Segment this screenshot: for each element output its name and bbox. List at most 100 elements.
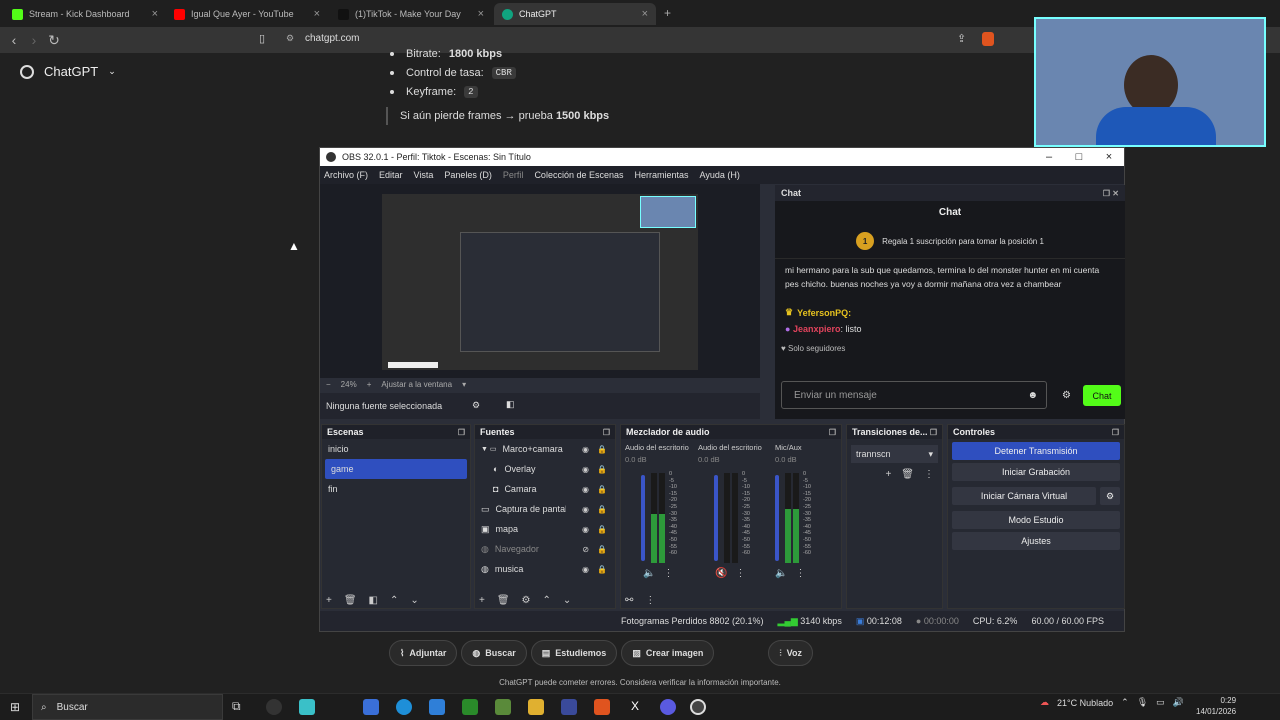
source-item[interactable]: ▼ ▭ Marco+camara ◉ 🔒 [475, 439, 615, 459]
nvidia-icon[interactable] [462, 699, 478, 715]
up-icon[interactable]: ⌃ [543, 595, 551, 606]
study-button[interactable]: ▤ Estudiemos [530, 640, 618, 666]
scene-item-selected[interactable]: game [325, 459, 467, 479]
gear-icon[interactable]: ⚙ [1100, 487, 1120, 505]
share-icon[interactable]: ⇪ [957, 32, 966, 45]
start-recording-button[interactable]: Iniciar Grabación [952, 463, 1120, 481]
minecraft-icon[interactable] [495, 699, 511, 715]
gear-icon[interactable]: ⚙ [1062, 390, 1071, 401]
forward-icon[interactable]: › [24, 32, 44, 48]
close-button[interactable]: × [1094, 151, 1124, 163]
filter-icon[interactable]: ◧ [506, 399, 515, 410]
kebab-icon[interactable]: ⋮ [645, 595, 655, 606]
kebab-icon[interactable]: ⋮ [924, 469, 934, 480]
maximize-button[interactable]: □ [1064, 151, 1094, 163]
close-icon[interactable]: × [478, 8, 484, 20]
trash-icon[interactable]: 🗑 [901, 469, 914, 480]
source-item[interactable]: ◍ musica ◉ 🔒 [475, 559, 615, 579]
bookmark-icon[interactable]: ▯ [259, 32, 265, 45]
reload-icon[interactable]: ↻ [44, 32, 64, 49]
tab-kick[interactable]: Stream - Kick Dashboard × [4, 3, 166, 25]
menu-ayuda[interactable]: Ayuda (H) [700, 170, 740, 180]
source-item-hidden[interactable]: ◍ Navegador ⊘ 🔒 [475, 539, 615, 559]
new-tab-button[interactable]: + [664, 6, 671, 20]
task-view-icon[interactable]: ⧉ [232, 699, 248, 715]
edge-icon[interactable] [396, 699, 412, 715]
brave-shield-icon[interactable] [982, 32, 994, 46]
add-icon[interactable]: + [326, 595, 332, 606]
gear-icon[interactable]: ⚙ [522, 595, 531, 606]
taskbar-clock[interactable]: 0:29 14/01/2026 [1196, 695, 1236, 717]
app-icon[interactable] [561, 699, 577, 715]
undock-icon[interactable]: ❐ ✕ [1103, 189, 1119, 198]
mail-icon[interactable] [429, 699, 445, 715]
chevron-up-icon[interactable]: ⌃ [1121, 697, 1129, 708]
close-icon[interactable]: × [152, 8, 158, 20]
add-icon[interactable]: + [479, 595, 485, 606]
source-item[interactable]: ◐ Overlay ◉ 🔒 [475, 459, 615, 479]
speaker-muted-icon[interactable]: 🔇 [715, 568, 727, 579]
volume-slider[interactable] [641, 475, 645, 561]
speaker-icon[interactable]: 🔈 [775, 568, 787, 579]
chevron-down-icon[interactable]: ▾ [462, 380, 466, 389]
speaker-icon[interactable]: 🔈 [643, 568, 655, 579]
tab-chatgpt[interactable]: ChatGPT × [494, 3, 656, 25]
scene-item[interactable]: inicio [322, 439, 470, 459]
studio-mode-button[interactable]: Modo Estudio [952, 511, 1120, 529]
zoom-in-button[interactable]: + [367, 380, 372, 389]
menu-paneles[interactable]: Paneles (D) [444, 170, 492, 180]
fit-window-select[interactable]: Ajustar a la ventana [381, 380, 452, 389]
settings-button[interactable]: Ajustes [952, 532, 1120, 550]
filter-icon[interactable]: ◧ [369, 595, 378, 606]
close-icon[interactable]: × [314, 8, 320, 20]
back-icon[interactable]: ‹ [4, 32, 24, 48]
down-icon[interactable]: ⌄ [410, 595, 418, 606]
transition-select[interactable]: trannscn ▾ [851, 445, 938, 463]
volume-slider[interactable] [714, 475, 718, 561]
app-icon[interactable] [299, 699, 315, 715]
mic-icon[interactable]: 🎙 [1137, 697, 1148, 708]
scene-item[interactable]: fin [322, 479, 470, 499]
discord-icon[interactable] [660, 699, 676, 715]
stop-streaming-button[interactable]: Detener Transmisión [952, 442, 1120, 460]
gift-banner[interactable]: 1 Regala 1 suscripción para tomar la pos… [775, 224, 1125, 259]
menu-herramientas[interactable]: Herramientas [635, 170, 689, 180]
menu-archivo[interactable]: Archivo (F) [324, 170, 368, 180]
source-item[interactable]: ▭Captura de pantalla◉🔒 [475, 499, 615, 519]
volume-slider[interactable] [775, 475, 779, 561]
store-icon[interactable] [363, 699, 379, 715]
down-icon[interactable]: ⌄ [563, 595, 571, 606]
trash-icon[interactable]: 🗑 [344, 595, 357, 606]
explorer-icon[interactable] [528, 699, 544, 715]
start-virtual-camera-button[interactable]: Iniciar Cámara Virtual [952, 487, 1096, 505]
menu-perfil[interactable]: Perfil [503, 170, 524, 180]
chat-input[interactable]: Enviar un mensaje ☻ [781, 381, 1047, 409]
create-image-button[interactable]: ▨ Crear imagen [621, 640, 715, 666]
site-info-icon[interactable]: ⚙ [286, 33, 294, 44]
chatgpt-model-selector[interactable]: ChatGPT ⌄ [20, 64, 116, 79]
menu-editar[interactable]: Editar [379, 170, 403, 180]
gear-icon[interactable]: ⚙ [472, 400, 480, 411]
taskbar-search[interactable]: ⌕ Buscar [32, 694, 223, 720]
source-item[interactable]: ◘ Camara ◉ 🔒 [475, 479, 615, 499]
attach-button[interactable]: ⌇ Adjuntar [389, 640, 458, 666]
minimize-button[interactable]: – [1034, 151, 1064, 163]
tab-youtube[interactable]: Igual Que Ayer - YouTube × [166, 3, 328, 25]
add-icon[interactable]: + [885, 469, 891, 480]
obs-taskbar-icon[interactable] [690, 699, 706, 715]
network-icon[interactable]: ▭ [1156, 697, 1165, 708]
url-field[interactable]: chatgpt.com [305, 33, 359, 44]
obs-preview[interactable] [320, 184, 760, 378]
voice-button[interactable]: ⫶ Voz [768, 640, 813, 666]
send-chat-button[interactable]: Chat [1083, 385, 1121, 406]
windows-start-icon[interactable]: ⊞ [10, 700, 20, 714]
search-button[interactable]: ◍ Buscar [461, 640, 527, 666]
close-icon[interactable]: × [642, 8, 648, 20]
brave-icon[interactable] [594, 699, 610, 715]
tab-tiktok[interactable]: (1)TikTok - Make Your Day × [330, 3, 492, 25]
kebab-icon[interactable]: ⋮ [735, 568, 745, 579]
zoom-out-button[interactable]: − [326, 380, 331, 389]
volume-icon[interactable]: 🔊 [1173, 697, 1184, 708]
menu-coleccion[interactable]: Colección de Escenas [534, 170, 623, 180]
app-icon[interactable] [266, 699, 282, 715]
